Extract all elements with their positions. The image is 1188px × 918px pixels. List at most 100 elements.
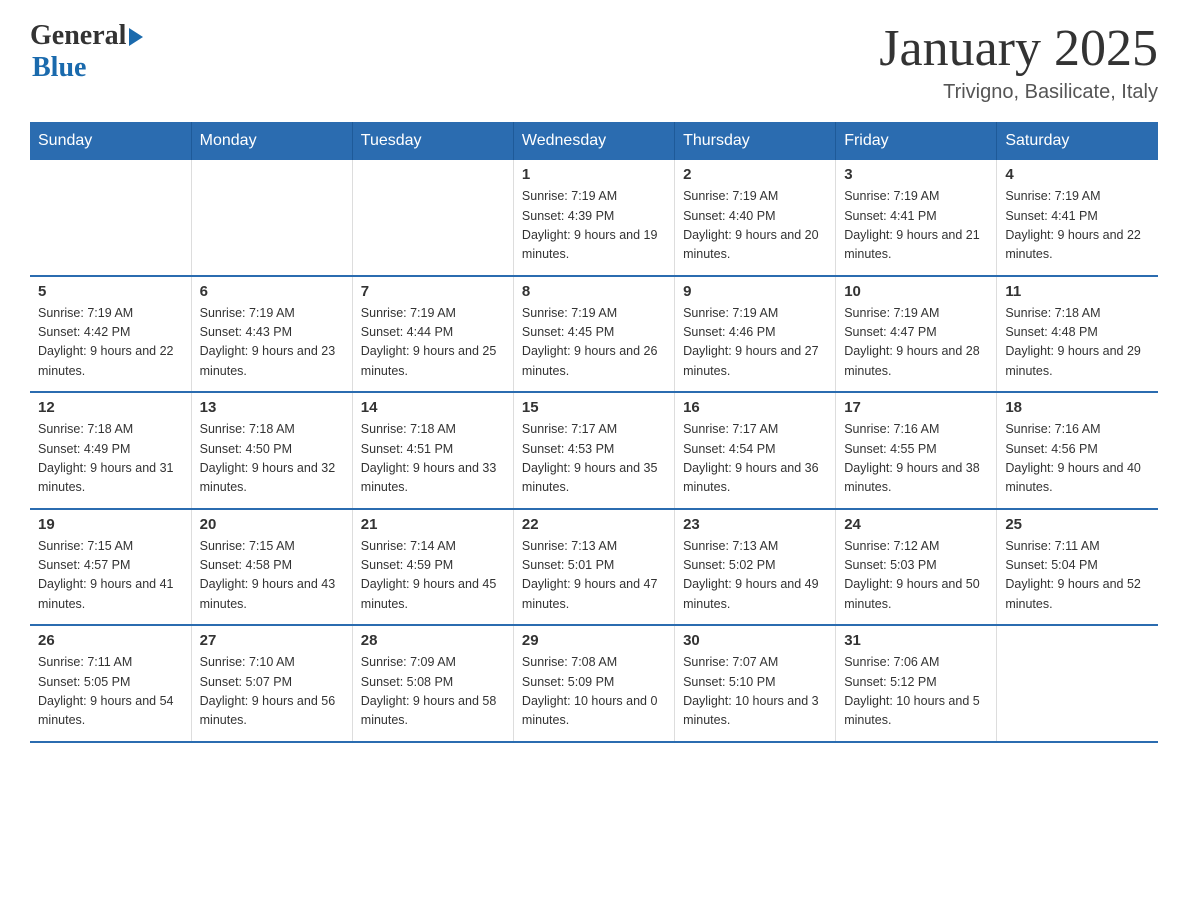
day-number: 14 bbox=[361, 399, 505, 416]
day-cell: 28 Sunrise: 7:09 AM Sunset: 5:08 PM Dayli… bbox=[352, 625, 513, 742]
day-cell: 22 Sunrise: 7:13 AM Sunset: 5:01 PM Dayli… bbox=[513, 509, 674, 626]
day-info: Sunrise: 7:18 AM Sunset: 4:50 PM Dayligh… bbox=[200, 420, 344, 498]
day-cell: 25 Sunrise: 7:11 AM Sunset: 5:04 PM Dayli… bbox=[997, 509, 1158, 626]
day-info: Sunrise: 7:17 AM Sunset: 4:53 PM Dayligh… bbox=[522, 420, 666, 498]
day-info: Sunrise: 7:10 AM Sunset: 5:07 PM Dayligh… bbox=[200, 653, 344, 731]
day-cell: 16 Sunrise: 7:17 AM Sunset: 4:54 PM Dayli… bbox=[675, 392, 836, 509]
col-saturday: Saturday bbox=[997, 122, 1158, 160]
day-info: Sunrise: 7:19 AM Sunset: 4:44 PM Dayligh… bbox=[361, 304, 505, 382]
day-info: Sunrise: 7:13 AM Sunset: 5:01 PM Dayligh… bbox=[522, 537, 666, 615]
day-info: Sunrise: 7:16 AM Sunset: 4:56 PM Dayligh… bbox=[1005, 420, 1150, 498]
col-friday: Friday bbox=[836, 122, 997, 160]
day-cell bbox=[30, 160, 191, 276]
day-info: Sunrise: 7:19 AM Sunset: 4:47 PM Dayligh… bbox=[844, 304, 988, 382]
day-number: 27 bbox=[200, 632, 344, 649]
day-number: 21 bbox=[361, 516, 505, 533]
day-cell: 17 Sunrise: 7:16 AM Sunset: 4:55 PM Dayli… bbox=[836, 392, 997, 509]
day-info: Sunrise: 7:19 AM Sunset: 4:41 PM Dayligh… bbox=[1005, 187, 1150, 265]
title-area: January 2025 Trivigno, Basilicate, Italy bbox=[879, 20, 1158, 104]
day-cell: 14 Sunrise: 7:18 AM Sunset: 4:51 PM Dayli… bbox=[352, 392, 513, 509]
week-row-2: 5 Sunrise: 7:19 AM Sunset: 4:42 PM Daylig… bbox=[30, 276, 1158, 393]
day-number: 29 bbox=[522, 632, 666, 649]
day-number: 17 bbox=[844, 399, 988, 416]
day-number: 30 bbox=[683, 632, 827, 649]
month-title: January 2025 bbox=[879, 20, 1158, 77]
day-number: 7 bbox=[361, 283, 505, 300]
col-thursday: Thursday bbox=[675, 122, 836, 160]
logo-blue-text: Blue bbox=[32, 52, 86, 84]
day-info: Sunrise: 7:16 AM Sunset: 4:55 PM Dayligh… bbox=[844, 420, 988, 498]
day-cell bbox=[191, 160, 352, 276]
day-number: 1 bbox=[522, 166, 666, 183]
day-cell: 26 Sunrise: 7:11 AM Sunset: 5:05 PM Dayli… bbox=[30, 625, 191, 742]
week-row-1: 1Sunrise: 7:19 AM Sunset: 4:39 PM Daylig… bbox=[30, 160, 1158, 276]
logo-general-text: General bbox=[30, 20, 126, 52]
logo: General Blue bbox=[30, 20, 143, 84]
day-info: Sunrise: 7:19 AM Sunset: 4:46 PM Dayligh… bbox=[683, 304, 827, 382]
day-number: 22 bbox=[522, 516, 666, 533]
day-info: Sunrise: 7:18 AM Sunset: 4:51 PM Dayligh… bbox=[361, 420, 505, 498]
day-number: 3 bbox=[844, 166, 988, 183]
week-row-4: 19 Sunrise: 7:15 AM Sunset: 4:57 PM Dayli… bbox=[30, 509, 1158, 626]
day-number: 15 bbox=[522, 399, 666, 416]
day-cell: 10Sunrise: 7:19 AM Sunset: 4:47 PM Dayli… bbox=[836, 276, 997, 393]
day-cell: 31 Sunrise: 7:06 AM Sunset: 5:12 PM Dayli… bbox=[836, 625, 997, 742]
calendar-header: Sunday Monday Tuesday Wednesday Thursday… bbox=[30, 122, 1158, 160]
day-info: Sunrise: 7:11 AM Sunset: 5:05 PM Dayligh… bbox=[38, 653, 183, 731]
day-info: Sunrise: 7:19 AM Sunset: 4:42 PM Dayligh… bbox=[38, 304, 183, 382]
day-info: Sunrise: 7:13 AM Sunset: 5:02 PM Dayligh… bbox=[683, 537, 827, 615]
day-cell: 23Sunrise: 7:13 AM Sunset: 5:02 PM Dayli… bbox=[675, 509, 836, 626]
day-cell: 20Sunrise: 7:15 AM Sunset: 4:58 PM Dayli… bbox=[191, 509, 352, 626]
day-number: 6 bbox=[200, 283, 344, 300]
day-number: 13 bbox=[200, 399, 344, 416]
calendar-body: 1Sunrise: 7:19 AM Sunset: 4:39 PM Daylig… bbox=[30, 160, 1158, 742]
day-cell: 13 Sunrise: 7:18 AM Sunset: 4:50 PM Dayli… bbox=[191, 392, 352, 509]
day-info: Sunrise: 7:12 AM Sunset: 5:03 PM Dayligh… bbox=[844, 537, 988, 615]
day-number: 4 bbox=[1005, 166, 1150, 183]
day-info: Sunrise: 7:06 AM Sunset: 5:12 PM Dayligh… bbox=[844, 653, 988, 731]
week-row-3: 12 Sunrise: 7:18 AM Sunset: 4:49 PM Dayli… bbox=[30, 392, 1158, 509]
day-number: 11 bbox=[1005, 283, 1150, 300]
page-header: General Blue January 2025 Trivigno, Basi… bbox=[30, 20, 1158, 104]
day-number: 26 bbox=[38, 632, 183, 649]
day-cell: 4 Sunrise: 7:19 AM Sunset: 4:41 PM Daylig… bbox=[997, 160, 1158, 276]
day-info: Sunrise: 7:14 AM Sunset: 4:59 PM Dayligh… bbox=[361, 537, 505, 615]
day-cell: 6Sunrise: 7:19 AM Sunset: 4:43 PM Daylig… bbox=[191, 276, 352, 393]
day-number: 12 bbox=[38, 399, 183, 416]
day-number: 9 bbox=[683, 283, 827, 300]
day-info: Sunrise: 7:19 AM Sunset: 4:40 PM Dayligh… bbox=[683, 187, 827, 265]
day-info: Sunrise: 7:18 AM Sunset: 4:48 PM Dayligh… bbox=[1005, 304, 1150, 382]
day-info: Sunrise: 7:11 AM Sunset: 5:04 PM Dayligh… bbox=[1005, 537, 1150, 615]
day-cell: 30 Sunrise: 7:07 AM Sunset: 5:10 PM Dayli… bbox=[675, 625, 836, 742]
day-cell: 12 Sunrise: 7:18 AM Sunset: 4:49 PM Dayli… bbox=[30, 392, 191, 509]
week-row-5: 26 Sunrise: 7:11 AM Sunset: 5:05 PM Dayli… bbox=[30, 625, 1158, 742]
day-info: Sunrise: 7:18 AM Sunset: 4:49 PM Dayligh… bbox=[38, 420, 183, 498]
day-info: Sunrise: 7:09 AM Sunset: 5:08 PM Dayligh… bbox=[361, 653, 505, 731]
day-cell: 1Sunrise: 7:19 AM Sunset: 4:39 PM Daylig… bbox=[513, 160, 674, 276]
day-info: Sunrise: 7:08 AM Sunset: 5:09 PM Dayligh… bbox=[522, 653, 666, 731]
day-number: 31 bbox=[844, 632, 988, 649]
day-cell: 29 Sunrise: 7:08 AM Sunset: 5:09 PM Dayli… bbox=[513, 625, 674, 742]
day-number: 5 bbox=[38, 283, 183, 300]
day-number: 24 bbox=[844, 516, 988, 533]
day-info: Sunrise: 7:19 AM Sunset: 4:41 PM Dayligh… bbox=[844, 187, 988, 265]
day-number: 16 bbox=[683, 399, 827, 416]
day-cell: 5 Sunrise: 7:19 AM Sunset: 4:42 PM Daylig… bbox=[30, 276, 191, 393]
day-cell: 9 Sunrise: 7:19 AM Sunset: 4:46 PM Daylig… bbox=[675, 276, 836, 393]
day-cell: 21 Sunrise: 7:14 AM Sunset: 4:59 PM Dayli… bbox=[352, 509, 513, 626]
day-info: Sunrise: 7:07 AM Sunset: 5:10 PM Dayligh… bbox=[683, 653, 827, 731]
day-info: Sunrise: 7:15 AM Sunset: 4:57 PM Dayligh… bbox=[38, 537, 183, 615]
day-cell: 8Sunrise: 7:19 AM Sunset: 4:45 PM Daylig… bbox=[513, 276, 674, 393]
header-row: Sunday Monday Tuesday Wednesday Thursday… bbox=[30, 122, 1158, 160]
day-cell: 2Sunrise: 7:19 AM Sunset: 4:40 PM Daylig… bbox=[675, 160, 836, 276]
day-number: 18 bbox=[1005, 399, 1150, 416]
day-cell: 15 Sunrise: 7:17 AM Sunset: 4:53 PM Dayli… bbox=[513, 392, 674, 509]
day-cell: 11 Sunrise: 7:18 AM Sunset: 4:48 PM Dayli… bbox=[997, 276, 1158, 393]
day-number: 28 bbox=[361, 632, 505, 649]
day-info: Sunrise: 7:17 AM Sunset: 4:54 PM Dayligh… bbox=[683, 420, 827, 498]
col-monday: Monday bbox=[191, 122, 352, 160]
day-number: 25 bbox=[1005, 516, 1150, 533]
day-number: 8 bbox=[522, 283, 666, 300]
location-text: Trivigno, Basilicate, Italy bbox=[879, 81, 1158, 104]
day-number: 19 bbox=[38, 516, 183, 533]
